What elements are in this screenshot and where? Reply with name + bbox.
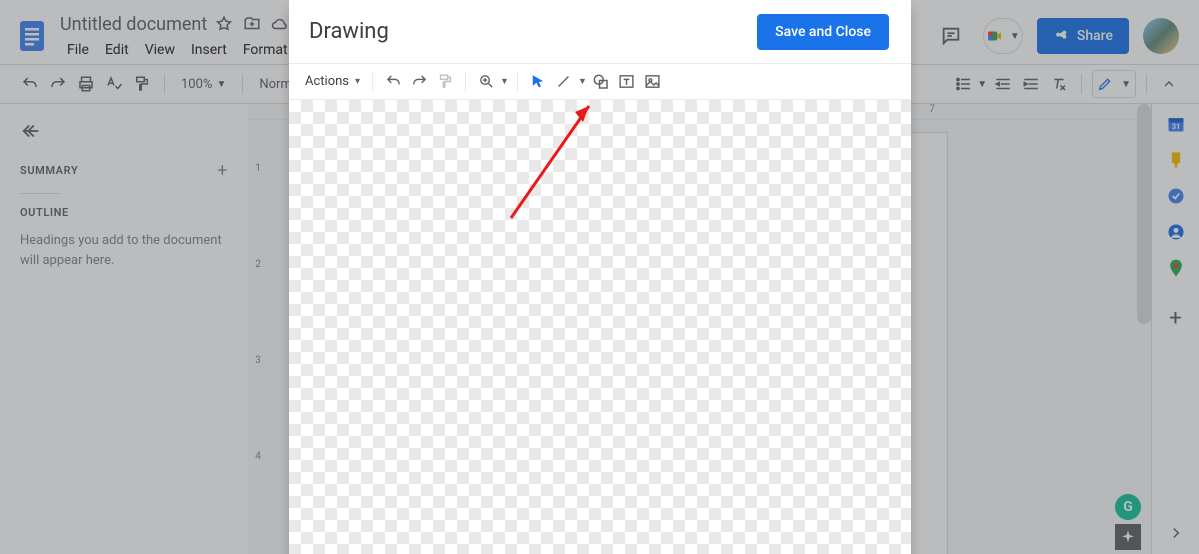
- undo-icon[interactable]: [381, 70, 405, 94]
- select-tool-icon[interactable]: [526, 70, 550, 94]
- paint-format-icon: [433, 70, 457, 94]
- image-tool-icon[interactable]: [641, 70, 665, 94]
- drawing-toolbar: Actions▾ ▼ ▼: [289, 64, 911, 100]
- actions-menu[interactable]: Actions▾: [301, 74, 364, 89]
- dialog-header: Drawing Save and Close: [289, 0, 911, 64]
- zoom-tool-icon[interactable]: [474, 70, 498, 94]
- dialog-title: Drawing: [309, 19, 389, 44]
- chevron-down-icon[interactable]: ▼: [578, 76, 587, 87]
- shape-tool-icon[interactable]: [589, 70, 613, 94]
- line-tool-icon[interactable]: [552, 70, 576, 94]
- chevron-down-icon[interactable]: ▼: [500, 76, 509, 87]
- drawing-canvas-area[interactable]: [289, 100, 911, 554]
- text-box-tool-icon[interactable]: [615, 70, 639, 94]
- drawing-dialog: Drawing Save and Close Actions▾ ▼ ▼: [289, 0, 911, 554]
- save-and-close-button[interactable]: Save and Close: [757, 14, 889, 50]
- drawing-canvas[interactable]: [289, 100, 911, 554]
- redo-icon[interactable]: [407, 70, 431, 94]
